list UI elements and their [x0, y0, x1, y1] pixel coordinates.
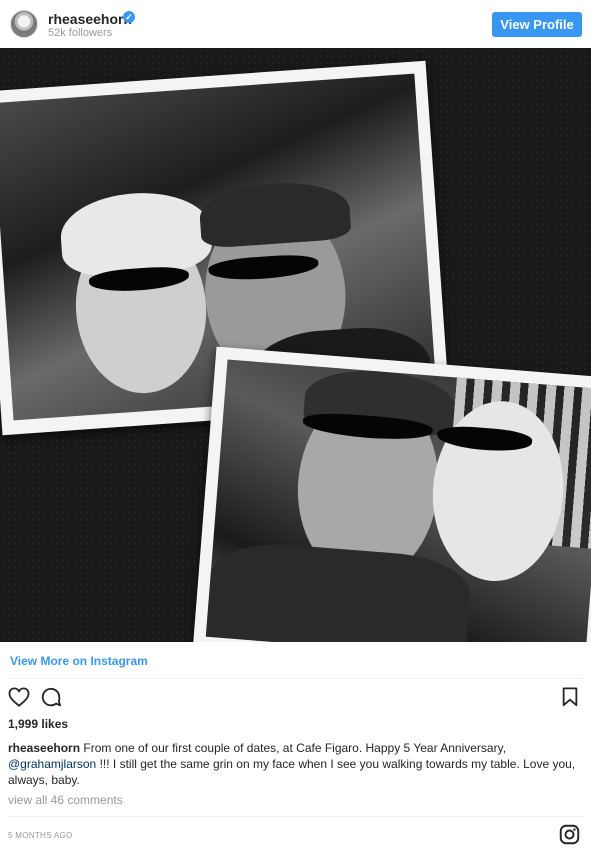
divider [8, 816, 583, 817]
follower-count: 52k followers [48, 27, 113, 39]
like-count[interactable]: 1,999 likes [8, 717, 68, 731]
jacket [205, 538, 473, 642]
view-comments-link[interactable]: view all 46 comments [8, 793, 123, 807]
verified-badge-icon: ✓ [123, 11, 135, 23]
hair-man [197, 178, 352, 249]
post-header: rheaseehorn ✓ 52k followers View Profile [0, 0, 591, 48]
view-profile-button[interactable]: View Profile [492, 12, 582, 37]
view-more-link[interactable]: View More on Instagram [10, 654, 148, 668]
caption-username[interactable]: rheaseehorn [8, 741, 80, 755]
caption-text: From one of our first couple of dates, a… [83, 741, 507, 755]
comment-icon[interactable] [40, 686, 62, 708]
instagram-logo-icon[interactable] [559, 824, 580, 845]
polaroid-photo-bottom [192, 346, 591, 642]
couple-photo-bottom [205, 359, 591, 642]
post-caption: rheaseehorn From one of our first couple… [8, 740, 578, 788]
post-timestamp: 5 MONTHS AGO [8, 831, 73, 840]
hair-woman [58, 188, 214, 279]
divider [8, 678, 583, 679]
avatar[interactable] [10, 10, 38, 38]
post-photo[interactable] [0, 48, 591, 642]
bookmark-icon[interactable] [561, 687, 579, 707]
caption-mention-link[interactable]: @grahamjlarson [8, 757, 96, 771]
username[interactable]: rheaseehorn [48, 11, 132, 27]
heart-icon[interactable] [8, 687, 30, 707]
